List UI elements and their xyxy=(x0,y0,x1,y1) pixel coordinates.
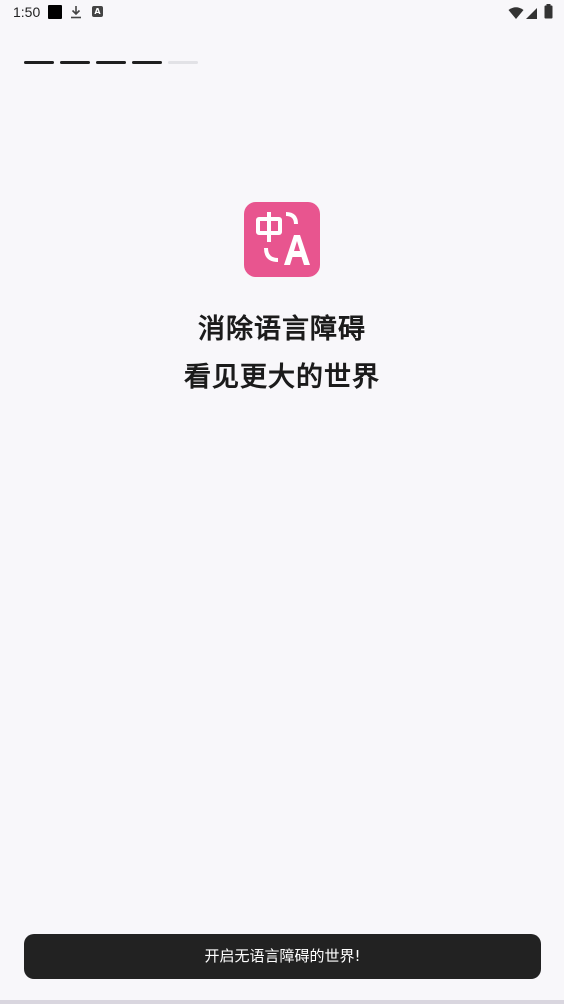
headline-line-2: 看见更大的世界 xyxy=(184,362,380,393)
wifi-icon xyxy=(508,5,524,24)
download-icon xyxy=(70,4,82,23)
progress-segment xyxy=(96,61,126,64)
headline-line-1: 消除语言障碍 xyxy=(198,314,366,345)
gesture-bar xyxy=(0,1000,564,1004)
onboarding-screen: 1:50 A 消除语言障碍 看见更大的世界 开启无语言障碍的世界! xyxy=(0,0,564,1004)
progress-segment xyxy=(132,61,162,64)
progress-segment xyxy=(24,61,54,64)
progress-segment xyxy=(60,61,90,64)
progress-segment xyxy=(168,61,198,64)
status-time: 1:50 xyxy=(13,4,41,20)
onboarding-progress xyxy=(24,61,198,64)
start-button[interactable]: 开启无语言障碍的世界! xyxy=(24,934,541,979)
signal-icon xyxy=(525,5,538,24)
status-bar: 1:50 A xyxy=(0,0,564,24)
battery-icon xyxy=(544,4,553,23)
translate-logo-icon xyxy=(244,202,320,277)
translate-a-icon: A xyxy=(92,6,103,17)
square-icon xyxy=(48,5,62,19)
